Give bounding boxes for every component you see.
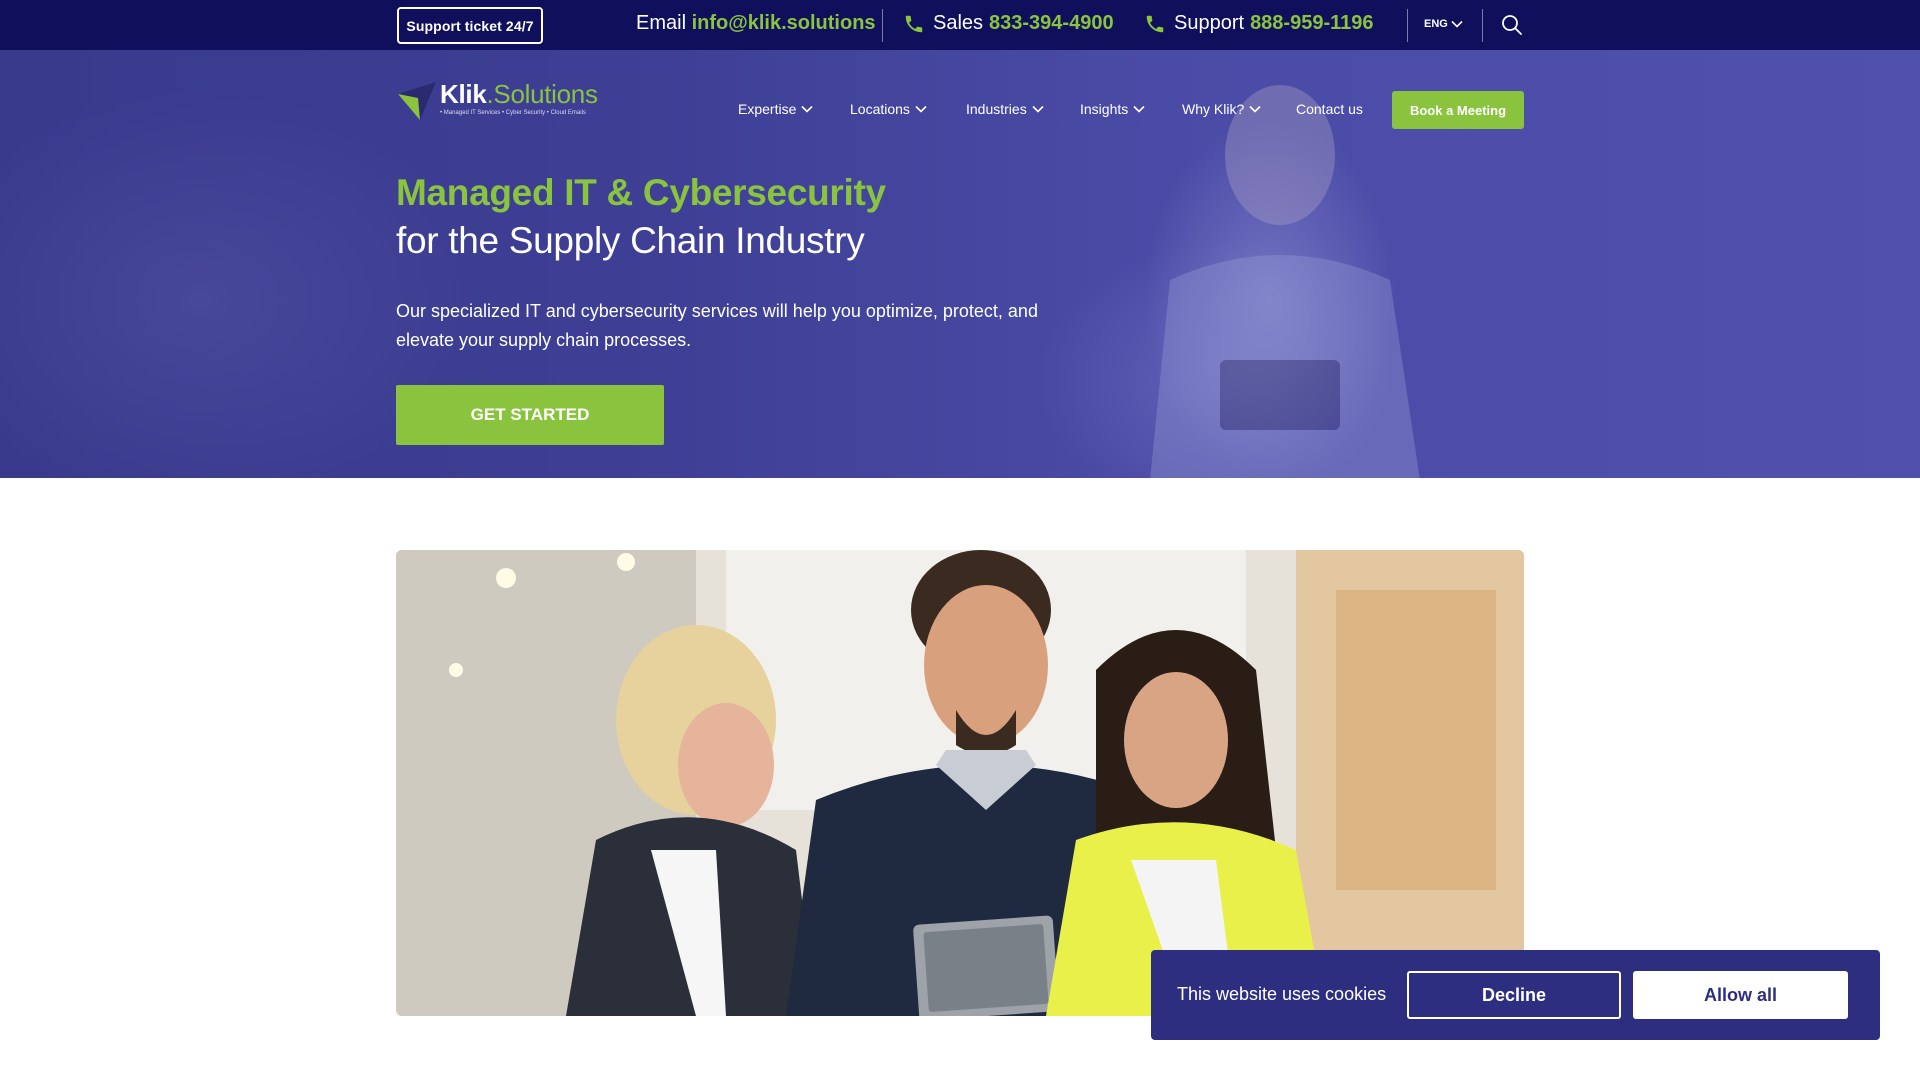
- support-ticket-button[interactable]: Support ticket 24/7: [397, 7, 543, 44]
- hero-description: Our specialized IT and cybersecurity ser…: [396, 301, 1038, 350]
- language-label: ENG: [1424, 18, 1448, 30]
- top-divider: [882, 9, 883, 42]
- sales-label: Sales: [933, 12, 984, 34]
- top-bar: Support ticket 24/7 Email info@klik.solu…: [0, 0, 1920, 50]
- support-phone-link[interactable]: Support 888-959-1196: [1144, 12, 1374, 35]
- logo-tagline: • Managed IT Services • Cyber Security •…: [440, 110, 586, 116]
- chevron-down-icon: [801, 105, 813, 113]
- hero-heading-secondary: for the Supply Chain Industry: [396, 220, 865, 261]
- logo-text: Klik.Solutions • Managed IT Services • C…: [440, 80, 598, 116]
- nav-item-why-klik[interactable]: Why Klik?: [1182, 101, 1261, 117]
- chevron-down-icon: [1249, 105, 1261, 113]
- nav-item-label: Insights: [1080, 101, 1129, 117]
- chevron-down-icon: [915, 105, 927, 113]
- allow-all-cookies-button[interactable]: Allow all: [1633, 971, 1848, 1019]
- nav-item-insights[interactable]: Insights: [1080, 101, 1145, 117]
- nav-item-contact-us[interactable]: Contact us: [1296, 101, 1363, 117]
- logo-name-suffix: .Solutions: [486, 79, 598, 109]
- klik-logo[interactable]: Klik.Solutions • Managed IT Services • C…: [396, 80, 616, 124]
- search-icon[interactable]: [1500, 13, 1524, 37]
- nav-item-label: Locations: [850, 101, 910, 117]
- support-phone-value[interactable]: 888-959-1196: [1250, 12, 1373, 35]
- team-photo-illustration: [396, 550, 1524, 1016]
- top-divider: [1482, 9, 1483, 42]
- cookie-banner: This website uses cookies Decline Allow …: [1151, 950, 1880, 1040]
- email-value[interactable]: info@klik.solutions: [692, 12, 876, 34]
- nav-item-industries[interactable]: Industries: [966, 101, 1044, 117]
- chevron-down-icon: [1133, 105, 1145, 113]
- chevron-down-icon: [1451, 20, 1463, 28]
- book-meeting-button[interactable]: Book a Meeting: [1392, 91, 1524, 129]
- phone-icon: [905, 15, 923, 32]
- nav-item-locations[interactable]: Locations: [850, 101, 927, 117]
- logo-name-main: Klik: [440, 79, 487, 109]
- cookie-text: This website uses cookies: [1177, 984, 1387, 1004]
- sales-phone-link[interactable]: Sales 833-394-4900: [903, 12, 1114, 35]
- nav-item-label: Contact us: [1296, 101, 1363, 117]
- support-label: Support: [1174, 12, 1245, 34]
- top-email-link[interactable]: Email info@klik.solutions: [636, 12, 876, 35]
- logo-name: Klik.Solutions: [440, 80, 598, 108]
- klik-logo-mark-icon: [398, 82, 436, 120]
- nav-item-expertise[interactable]: Expertise: [738, 101, 813, 117]
- email-label: Email: [636, 12, 687, 34]
- language-selector[interactable]: ENG: [1424, 18, 1463, 30]
- hero-section: [0, 50, 1920, 478]
- nav-item-label: Expertise: [738, 101, 797, 117]
- chevron-down-icon: [1032, 105, 1044, 113]
- nav-item-label: Industries: [966, 101, 1027, 117]
- decline-cookies-button[interactable]: Decline: [1407, 971, 1621, 1019]
- sales-phone-value[interactable]: 833-394-4900: [989, 12, 1114, 35]
- get-started-button[interactable]: GET STARTED: [396, 385, 664, 445]
- nav-item-label: Why Klik?: [1182, 101, 1245, 117]
- hero-heading-primary: Managed IT & Cybersecurity: [396, 172, 886, 213]
- team-photo: [396, 550, 1524, 1016]
- top-divider: [1407, 9, 1408, 42]
- phone-icon: [1146, 15, 1164, 32]
